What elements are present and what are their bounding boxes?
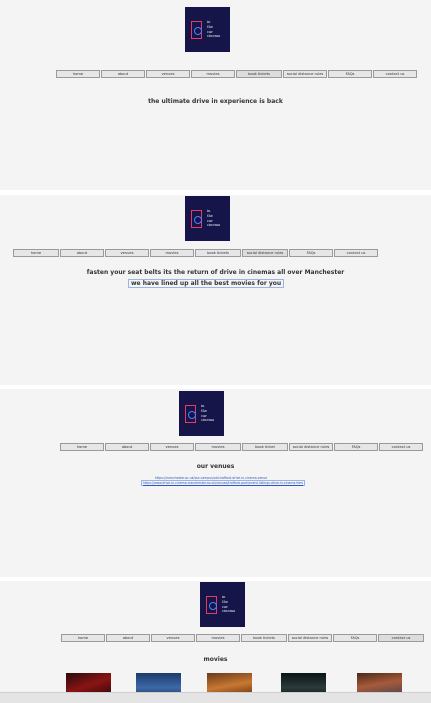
nav-home[interactable]: home: [60, 443, 104, 451]
venue-link[interactable]: https://www.drive-in-cinema-manchester.c…: [141, 480, 306, 486]
nav-book-tickets[interactable]: book tickets: [195, 249, 241, 257]
horizontal-scrollbar[interactable]: [0, 692, 431, 703]
nav-about[interactable]: about: [60, 249, 104, 257]
nav-contact-us[interactable]: contact us: [378, 634, 424, 642]
logo-word: cinema: [222, 609, 236, 614]
nav-faqs[interactable]: FAQs: [328, 70, 372, 78]
camera-icon: [206, 595, 217, 614]
main-nav: home about venues movies book ticket soc…: [60, 443, 423, 451]
nav-social-distance-rules[interactable]: social distance rules: [283, 70, 327, 78]
camera-icon: [191, 20, 202, 39]
page-venues: in the car cinema home about venues movi…: [0, 389, 431, 577]
nav-about[interactable]: about: [101, 70, 145, 78]
page-home: in the car cinema home about venues movi…: [0, 0, 431, 190]
camera-icon: [191, 209, 202, 228]
nav-faqs[interactable]: FAQs: [333, 634, 377, 642]
page-heading: fasten your seat belts its the return of…: [86, 269, 345, 276]
page-subheading: we have lined up all the best movies for…: [128, 279, 285, 288]
nav-faqs[interactable]: FAQs: [289, 249, 333, 257]
page-heading: movies: [203, 656, 228, 663]
main-nav: home about venues movies book tickets so…: [13, 249, 378, 257]
site-logo[interactable]: in the car cinema: [179, 391, 224, 436]
page-about: in the car cinema home about venues movi…: [0, 195, 431, 385]
site-logo[interactable]: in the car cinema: [200, 582, 245, 627]
nav-home[interactable]: home: [56, 70, 100, 78]
nav-home[interactable]: home: [13, 249, 59, 257]
nav-social-distance-rules[interactable]: social distance rules: [242, 249, 288, 257]
nav-about[interactable]: about: [106, 634, 150, 642]
nav-book-tickets[interactable]: book tickets: [236, 70, 282, 78]
page-movies: in the car cinema home about venues movi…: [0, 581, 431, 702]
camera-icon: [185, 404, 196, 423]
nav-faqs[interactable]: FAQs: [334, 443, 378, 451]
nav-contact-us[interactable]: contact us: [334, 249, 378, 257]
nav-contact-us[interactable]: contact us: [373, 70, 417, 78]
nav-movies[interactable]: movies: [195, 443, 241, 451]
nav-movies[interactable]: movies: [191, 70, 235, 78]
nav-venues[interactable]: venues: [146, 70, 190, 78]
logo-word: cinema: [207, 34, 221, 39]
nav-venues[interactable]: venues: [151, 634, 195, 642]
nav-social-distance-rules[interactable]: social distance rules: [289, 443, 333, 451]
logo-word: cinema: [201, 418, 215, 423]
nav-movies[interactable]: movies: [196, 634, 240, 642]
nav-book-tickets[interactable]: book tickets: [241, 634, 287, 642]
nav-venues[interactable]: venues: [105, 249, 149, 257]
page-heading: our venues: [196, 463, 235, 470]
logo-word: cinema: [207, 223, 221, 228]
site-logo[interactable]: in the car cinema: [185, 196, 230, 241]
nav-venues[interactable]: venues: [150, 443, 194, 451]
nav-about[interactable]: about: [105, 443, 149, 451]
site-logo[interactable]: in the car cinema: [185, 7, 230, 52]
nav-movies[interactable]: movies: [150, 249, 194, 257]
nav-home[interactable]: home: [61, 634, 105, 642]
nav-contact-us[interactable]: contact us: [379, 443, 423, 451]
nav-book-ticket[interactable]: book ticket: [242, 443, 288, 451]
nav-social-distance-rules[interactable]: social distance rules: [288, 634, 332, 642]
main-nav: home about venues movies book tickets so…: [61, 634, 424, 642]
main-nav: home about venues movies book tickets so…: [56, 70, 417, 78]
page-heading: the ultimate drive in experience is back: [148, 98, 283, 105]
